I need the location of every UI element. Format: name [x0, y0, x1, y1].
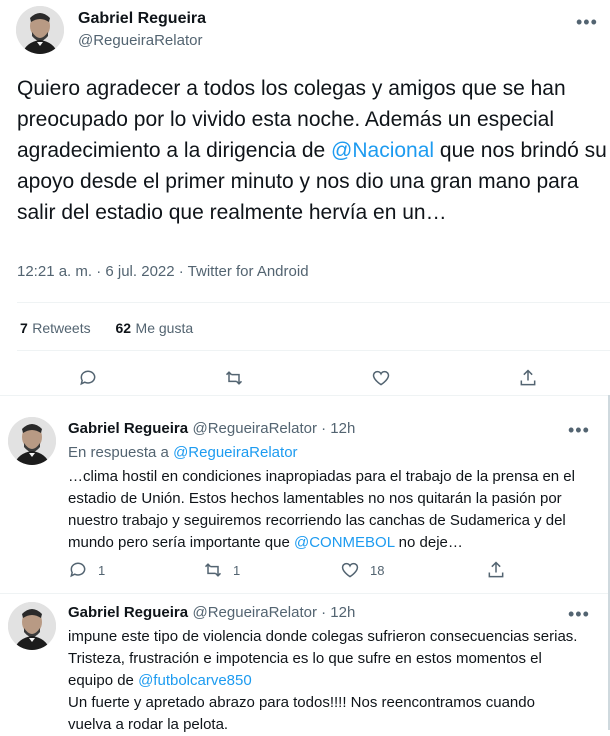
share-button[interactable]: [486, 560, 506, 580]
reply-count: 1: [98, 562, 106, 578]
divider: [0, 593, 608, 594]
reply-icon: [70, 562, 86, 578]
in-reply-to: En respuesta a @RegueiraRelator: [68, 444, 298, 461]
divider: [17, 302, 610, 303]
mention-link[interactable]: @RegueiraRelator: [173, 444, 297, 461]
profile-photo-icon: [8, 602, 56, 650]
reply-author-name[interactable]: Gabriel Regueira: [68, 420, 188, 437]
reply-icon: [80, 370, 96, 386]
mention-link[interactable]: @futbolcarve850: [138, 672, 252, 689]
in-reply-to-label: En respuesta a: [68, 444, 174, 461]
reply-author-handle[interactable]: @RegueiraRelator · 12h: [193, 420, 356, 437]
reply-header: Gabriel Regueira @RegueiraRelator · 12h: [68, 604, 355, 622]
retweet-icon: [225, 371, 243, 385]
reply-author-name[interactable]: Gabriel Regueira: [68, 604, 188, 621]
more-options-icon[interactable]: •••: [568, 604, 590, 625]
share-icon: [488, 561, 504, 578]
profile-photo-icon: [8, 417, 56, 465]
stats-row: 7 Retweets 62 Me gusta: [20, 320, 193, 338]
like-button[interactable]: [371, 368, 391, 388]
like-count: 18: [370, 562, 385, 578]
mention-link[interactable]: @CONMEBOL: [294, 534, 395, 551]
retweet-count: 1: [233, 562, 241, 578]
divider: [0, 395, 610, 396]
like-button[interactable]: 18: [340, 560, 384, 580]
profile-photo-icon: [16, 6, 64, 54]
mention-link[interactable]: @Nacional: [331, 139, 434, 162]
reply-text-part: no deje…: [394, 534, 463, 551]
avatar[interactable]: [8, 602, 56, 650]
more-options-icon[interactable]: •••: [568, 420, 590, 441]
retweet-button[interactable]: 1: [203, 560, 240, 580]
tweet-text: Quiero agradecer a todos los colegas y a…: [17, 73, 607, 228]
likes-count[interactable]: 62: [116, 320, 132, 336]
avatar[interactable]: [16, 6, 64, 54]
heart-icon: [372, 370, 390, 386]
more-options-icon[interactable]: •••: [576, 12, 598, 33]
divider: [17, 350, 610, 351]
reply-text: impune este tipo de violencia donde cole…: [68, 626, 578, 736]
heart-icon: [341, 562, 359, 578]
author-name[interactable]: Gabriel Regueira: [78, 10, 206, 28]
reply-author-handle[interactable]: @RegueiraRelator · 12h: [193, 604, 356, 621]
author-handle[interactable]: @RegueiraRelator: [78, 32, 202, 49]
share-icon: [520, 369, 536, 386]
retweet-icon: [204, 563, 222, 577]
tweet-timestamp[interactable]: 12:21 a. m. · 6 jul. 2022 · Twitter for …: [17, 263, 309, 280]
retweets-label[interactable]: Retweets: [32, 320, 90, 336]
avatar[interactable]: [8, 417, 56, 465]
reply-header: Gabriel Regueira @RegueiraRelator · 12h: [68, 420, 355, 438]
likes-label[interactable]: Me gusta: [136, 320, 194, 336]
reply-button[interactable]: 1: [68, 560, 105, 580]
share-button[interactable]: [518, 368, 538, 388]
retweets-count[interactable]: 7: [20, 320, 28, 336]
reply-text: …clima hostil en condiciones inapropiada…: [68, 466, 578, 554]
retweet-button[interactable]: [224, 368, 244, 388]
reply-text-part: Un fuerte y apretado abrazo para todos!!…: [68, 694, 535, 733]
reply-button[interactable]: [78, 368, 98, 388]
